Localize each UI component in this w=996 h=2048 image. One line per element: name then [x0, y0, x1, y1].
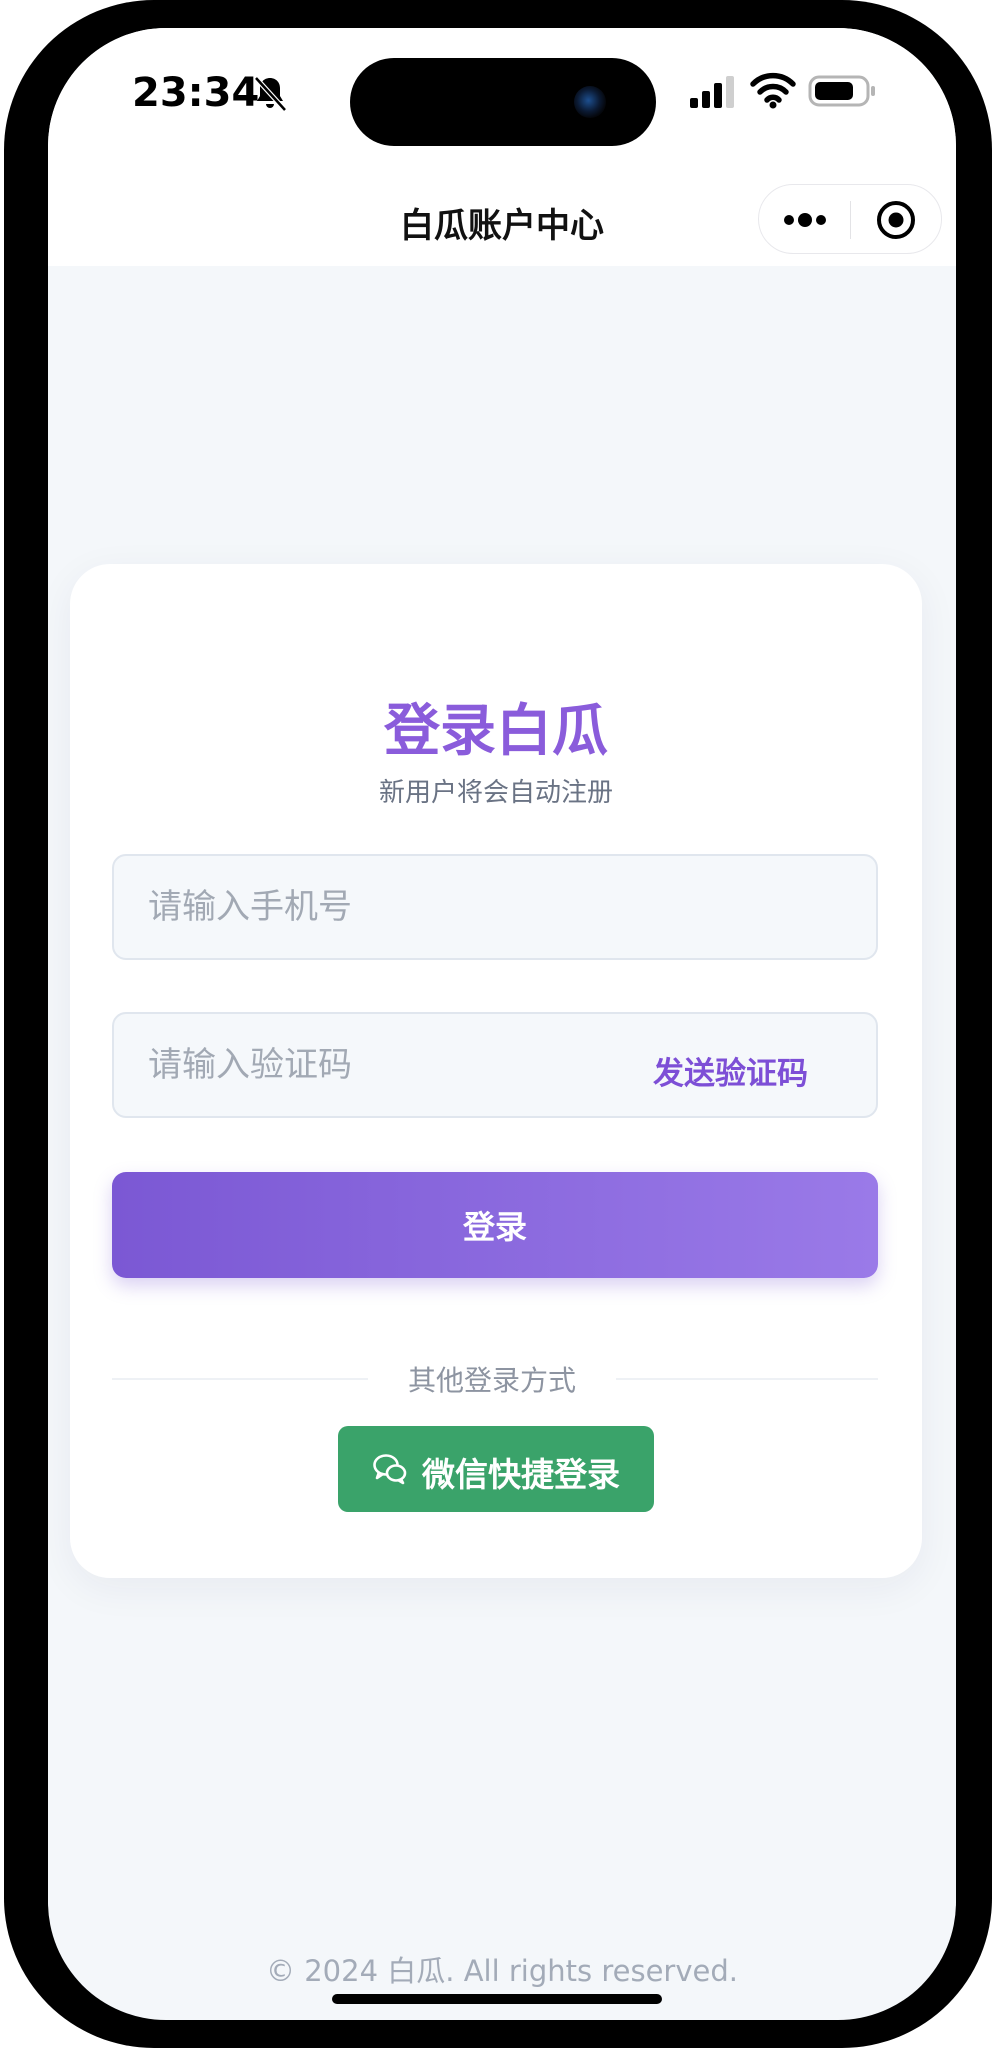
login-title: 登录白瓜: [384, 699, 608, 764]
volume-up-button: [4, 528, 14, 686]
other-login-methods-label: 其他登录方式: [407, 1364, 576, 1397]
code-field: 发送验证码: [112, 1012, 878, 1118]
phone-frame: 23:34 白瓜账户中心 登录白瓜 新用户将会自动注册 请输入手机号 请输入验证…: [4, 0, 992, 2048]
battery-icon: [808, 75, 875, 107]
home-indicator[interactable]: [332, 1994, 662, 2004]
verification-code-input[interactable]: [114, 1014, 594, 1116]
mini-program-capsule: [758, 184, 942, 254]
status-time: 23:34: [132, 70, 260, 116]
wechat-login-label: 微信快捷登录: [422, 1455, 620, 1494]
wechat-icon: [373, 1454, 407, 1485]
cellular-signal-icon: [690, 76, 734, 108]
divider-line-left: [112, 1378, 368, 1380]
dynamic-island: [350, 58, 656, 146]
phone-input[interactable]: [114, 856, 876, 958]
login-button[interactable]: 登录: [112, 1172, 878, 1278]
copyright-footer: © 2024 白瓜. All rights reserved.: [266, 1954, 738, 1988]
status-bar: 23:34: [48, 28, 956, 156]
bell-slash-icon: [254, 76, 287, 112]
phone-field: [112, 854, 878, 960]
more-icon[interactable]: [781, 207, 829, 233]
wifi-icon: [750, 72, 796, 109]
power-button: [982, 640, 992, 885]
close-target-icon[interactable]: [875, 199, 917, 241]
login-subtitle: 新用户将会自动注册: [378, 778, 613, 808]
nav-bar: 白瓜账户中心: [48, 156, 956, 266]
mute-switch: [4, 380, 14, 458]
divider-line-right: [616, 1378, 878, 1380]
capsule-divider: [850, 201, 851, 239]
screen: 23:34 白瓜账户中心 登录白瓜 新用户将会自动注册 请输入手机号 请输入验证…: [48, 28, 956, 2020]
volume-down-button: [4, 728, 14, 886]
front-camera: [574, 86, 606, 118]
login-card: 登录白瓜 新用户将会自动注册 发送验证码 登录 其他登录方式 微: [70, 564, 922, 1578]
wechat-login-button[interactable]: 微信快捷登录: [338, 1426, 654, 1512]
send-code-button[interactable]: 发送验证码: [653, 1048, 808, 1093]
